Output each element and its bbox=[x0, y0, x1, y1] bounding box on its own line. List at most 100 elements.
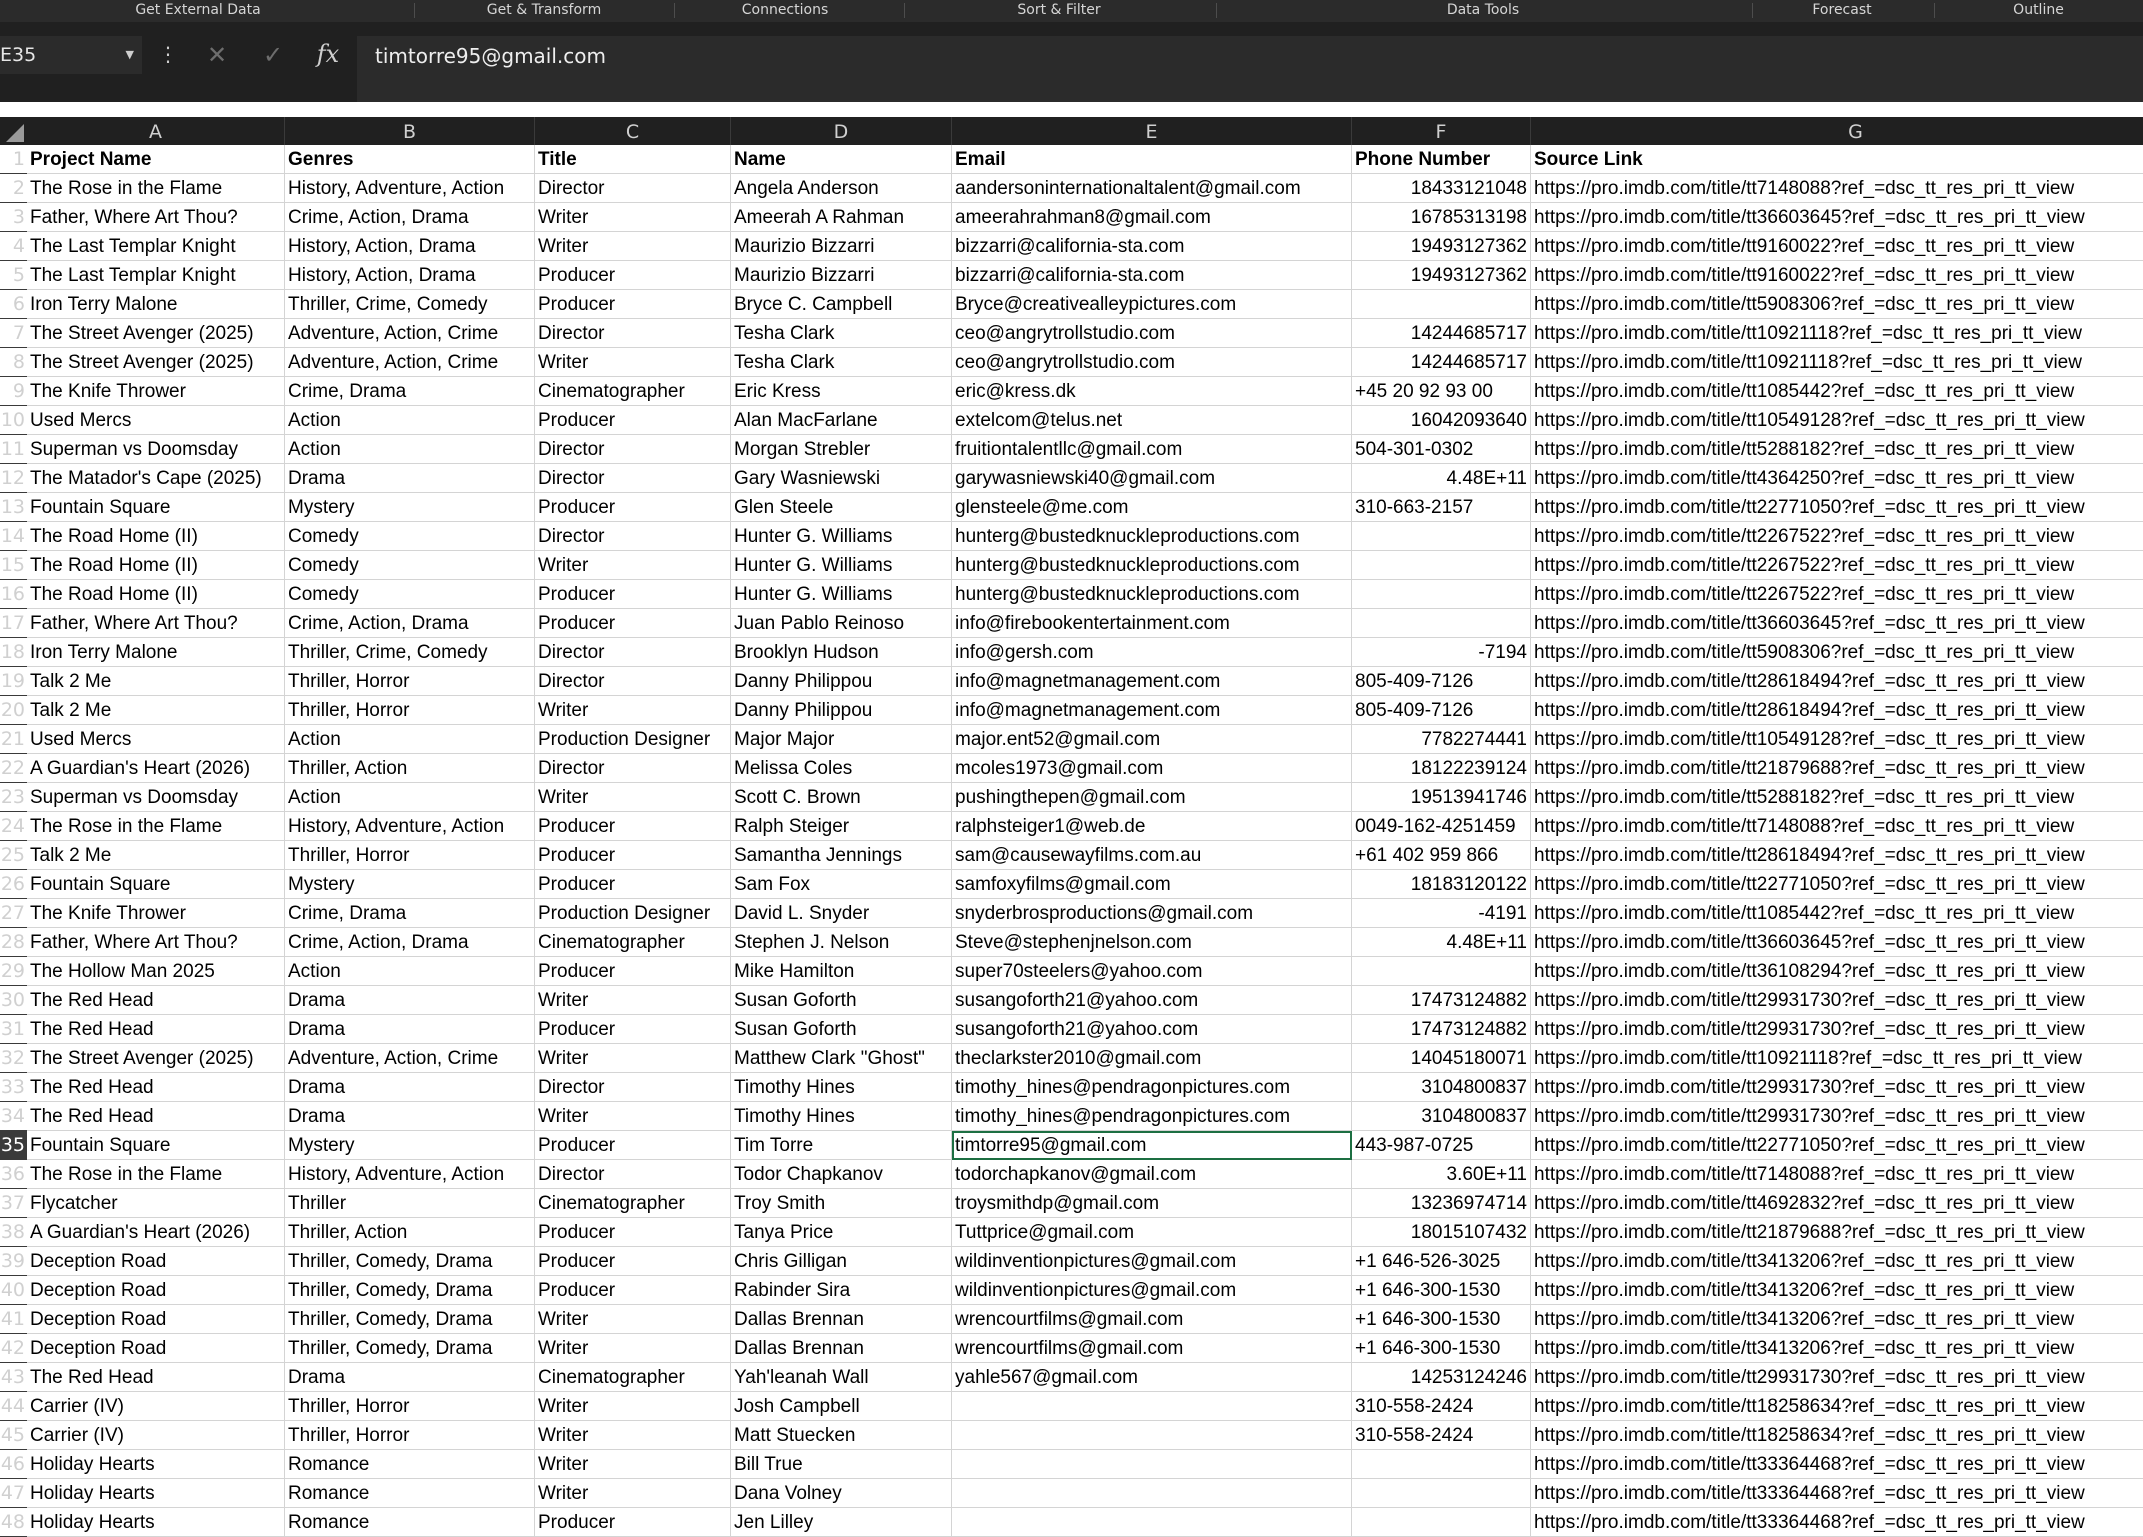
cell-b26[interactable]: Mystery bbox=[285, 870, 535, 899]
cell-f47[interactable] bbox=[1352, 1479, 1531, 1508]
cell-g46[interactable]: https://pro.imdb.com/title/tt33364468?re… bbox=[1531, 1450, 2143, 1479]
cell-e18[interactable]: info@gersh.com bbox=[952, 638, 1352, 667]
cell-f1[interactable]: Phone Number bbox=[1352, 145, 1531, 174]
cell-b47[interactable]: Romance bbox=[285, 1479, 535, 1508]
cell-g24[interactable]: https://pro.imdb.com/title/tt7148088?ref… bbox=[1531, 812, 2143, 841]
cell-f25[interactable]: +61 402 959 866 bbox=[1352, 841, 1531, 870]
cell-d34[interactable]: Timothy Hines bbox=[731, 1102, 952, 1131]
cell-d48[interactable]: Jen Lilley bbox=[731, 1508, 952, 1537]
cell-b2[interactable]: History, Adventure, Action bbox=[285, 174, 535, 203]
cell-g11[interactable]: https://pro.imdb.com/title/tt5288182?ref… bbox=[1531, 435, 2143, 464]
cell-c10[interactable]: Producer bbox=[535, 406, 731, 435]
cell-e7[interactable]: ceo@angrytrollstudio.com bbox=[952, 319, 1352, 348]
cell-a8[interactable]: The Street Avenger (2025) bbox=[27, 348, 285, 377]
cell-a35[interactable]: Fountain Square bbox=[27, 1131, 285, 1160]
row-header-9[interactable]: 9 bbox=[0, 377, 27, 406]
ribbon-group-sort-filter[interactable]: Sort & Filter bbox=[904, 0, 1214, 20]
row-header-13[interactable]: 13 bbox=[0, 493, 27, 522]
cell-f5[interactable]: 19493127362 bbox=[1352, 261, 1531, 290]
cell-a2[interactable]: The Rose in the Flame bbox=[27, 174, 285, 203]
cell-a28[interactable]: Father, Where Art Thou? bbox=[27, 928, 285, 957]
cell-a1[interactable]: Project Name bbox=[27, 145, 285, 174]
cell-b20[interactable]: Thriller, Horror bbox=[285, 696, 535, 725]
cell-f21[interactable]: 7782274441 bbox=[1352, 725, 1531, 754]
cell-g28[interactable]: https://pro.imdb.com/title/tt36603645?re… bbox=[1531, 928, 2143, 957]
row-header-31[interactable]: 31 bbox=[0, 1015, 27, 1044]
more-options-icon[interactable]: ⋮ bbox=[158, 36, 178, 74]
cell-c34[interactable]: Writer bbox=[535, 1102, 731, 1131]
cell-a6[interactable]: Iron Terry Malone bbox=[27, 290, 285, 319]
cell-f18[interactable]: -7194 bbox=[1352, 638, 1531, 667]
cell-a18[interactable]: Iron Terry Malone bbox=[27, 638, 285, 667]
cell-g42[interactable]: https://pro.imdb.com/title/tt3413206?ref… bbox=[1531, 1334, 2143, 1363]
cell-a46[interactable]: Holiday Hearts bbox=[27, 1450, 285, 1479]
cell-f10[interactable]: 16042093640 bbox=[1352, 406, 1531, 435]
cell-b6[interactable]: Thriller, Crime, Comedy bbox=[285, 290, 535, 319]
cell-g16[interactable]: https://pro.imdb.com/title/tt2267522?ref… bbox=[1531, 580, 2143, 609]
cell-g38[interactable]: https://pro.imdb.com/title/tt21879688?re… bbox=[1531, 1218, 2143, 1247]
row-header-42[interactable]: 42 bbox=[0, 1334, 27, 1363]
cell-f37[interactable]: 13236974714 bbox=[1352, 1189, 1531, 1218]
cell-b27[interactable]: Crime, Drama bbox=[285, 899, 535, 928]
cell-e17[interactable]: info@firebookentertainment.com bbox=[952, 609, 1352, 638]
cell-a43[interactable]: The Red Head bbox=[27, 1363, 285, 1392]
cell-e37[interactable]: troysmithdp@gmail.com bbox=[952, 1189, 1352, 1218]
cell-c39[interactable]: Producer bbox=[535, 1247, 731, 1276]
cell-a20[interactable]: Talk 2 Me bbox=[27, 696, 285, 725]
cell-f24[interactable]: 0049-162-4251459 bbox=[1352, 812, 1531, 841]
cell-a7[interactable]: The Street Avenger (2025) bbox=[27, 319, 285, 348]
cell-d20[interactable]: Danny Philippou bbox=[731, 696, 952, 725]
cell-b21[interactable]: Action bbox=[285, 725, 535, 754]
cell-a26[interactable]: Fountain Square bbox=[27, 870, 285, 899]
cell-d12[interactable]: Gary Wasniewski bbox=[731, 464, 952, 493]
cell-a14[interactable]: The Road Home (II) bbox=[27, 522, 285, 551]
cell-b14[interactable]: Comedy bbox=[285, 522, 535, 551]
cell-f13[interactable]: 310-663-2157 bbox=[1352, 493, 1531, 522]
cell-g17[interactable]: https://pro.imdb.com/title/tt36603645?re… bbox=[1531, 609, 2143, 638]
cell-g29[interactable]: https://pro.imdb.com/title/tt36108294?re… bbox=[1531, 957, 2143, 986]
cell-g37[interactable]: https://pro.imdb.com/title/tt4692832?ref… bbox=[1531, 1189, 2143, 1218]
cell-d43[interactable]: Yah'leanah Wall bbox=[731, 1363, 952, 1392]
cell-e12[interactable]: garywasniewski40@gmail.com bbox=[952, 464, 1352, 493]
cell-c23[interactable]: Writer bbox=[535, 783, 731, 812]
row-header-17[interactable]: 17 bbox=[0, 609, 27, 638]
column-header-a[interactable]: A bbox=[27, 117, 285, 145]
cell-f40[interactable]: +1 646-300-1530 bbox=[1352, 1276, 1531, 1305]
cell-d27[interactable]: David L. Snyder bbox=[731, 899, 952, 928]
cell-c37[interactable]: Cinematographer bbox=[535, 1189, 731, 1218]
cell-e28[interactable]: Steve@stephenjnelson.com bbox=[952, 928, 1352, 957]
cell-c15[interactable]: Writer bbox=[535, 551, 731, 580]
row-header-11[interactable]: 11 bbox=[0, 435, 27, 464]
cell-g26[interactable]: https://pro.imdb.com/title/tt22771050?re… bbox=[1531, 870, 2143, 899]
cell-c11[interactable]: Director bbox=[535, 435, 731, 464]
select-all-button[interactable] bbox=[0, 117, 27, 145]
row-header-41[interactable]: 41 bbox=[0, 1305, 27, 1334]
cell-d8[interactable]: Tesha Clark bbox=[731, 348, 952, 377]
row-header-20[interactable]: 20 bbox=[0, 696, 27, 725]
row-header-4[interactable]: 4 bbox=[0, 232, 27, 261]
cell-e15[interactable]: hunterg@bustedknuckleproductions.com bbox=[952, 551, 1352, 580]
cell-e40[interactable]: wildinventionpictures@gmail.com bbox=[952, 1276, 1352, 1305]
cell-b18[interactable]: Thriller, Crime, Comedy bbox=[285, 638, 535, 667]
cell-d18[interactable]: Brooklyn Hudson bbox=[731, 638, 952, 667]
cell-b4[interactable]: History, Action, Drama bbox=[285, 232, 535, 261]
ribbon-group-forecast[interactable]: Forecast bbox=[1752, 0, 1932, 20]
cell-e30[interactable]: susangoforth21@yahoo.com bbox=[952, 986, 1352, 1015]
cell-c1[interactable]: Title bbox=[535, 145, 731, 174]
cell-c38[interactable]: Producer bbox=[535, 1218, 731, 1247]
cell-a10[interactable]: Used Mercs bbox=[27, 406, 285, 435]
cell-e31[interactable]: susangoforth21@yahoo.com bbox=[952, 1015, 1352, 1044]
cell-d46[interactable]: Bill True bbox=[731, 1450, 952, 1479]
cell-f16[interactable] bbox=[1352, 580, 1531, 609]
cell-b17[interactable]: Crime, Action, Drama bbox=[285, 609, 535, 638]
row-header-8[interactable]: 8 bbox=[0, 348, 27, 377]
cell-a45[interactable]: Carrier (IV) bbox=[27, 1421, 285, 1450]
cell-g44[interactable]: https://pro.imdb.com/title/tt18258634?re… bbox=[1531, 1392, 2143, 1421]
cell-c33[interactable]: Director bbox=[535, 1073, 731, 1102]
cell-d6[interactable]: Bryce C. Campbell bbox=[731, 290, 952, 319]
cell-g32[interactable]: https://pro.imdb.com/title/tt10921118?re… bbox=[1531, 1044, 2143, 1073]
row-header-23[interactable]: 23 bbox=[0, 783, 27, 812]
column-header-c[interactable]: C bbox=[535, 117, 731, 145]
cell-e47[interactable] bbox=[952, 1479, 1352, 1508]
cell-d17[interactable]: Juan Pablo Reinoso bbox=[731, 609, 952, 638]
